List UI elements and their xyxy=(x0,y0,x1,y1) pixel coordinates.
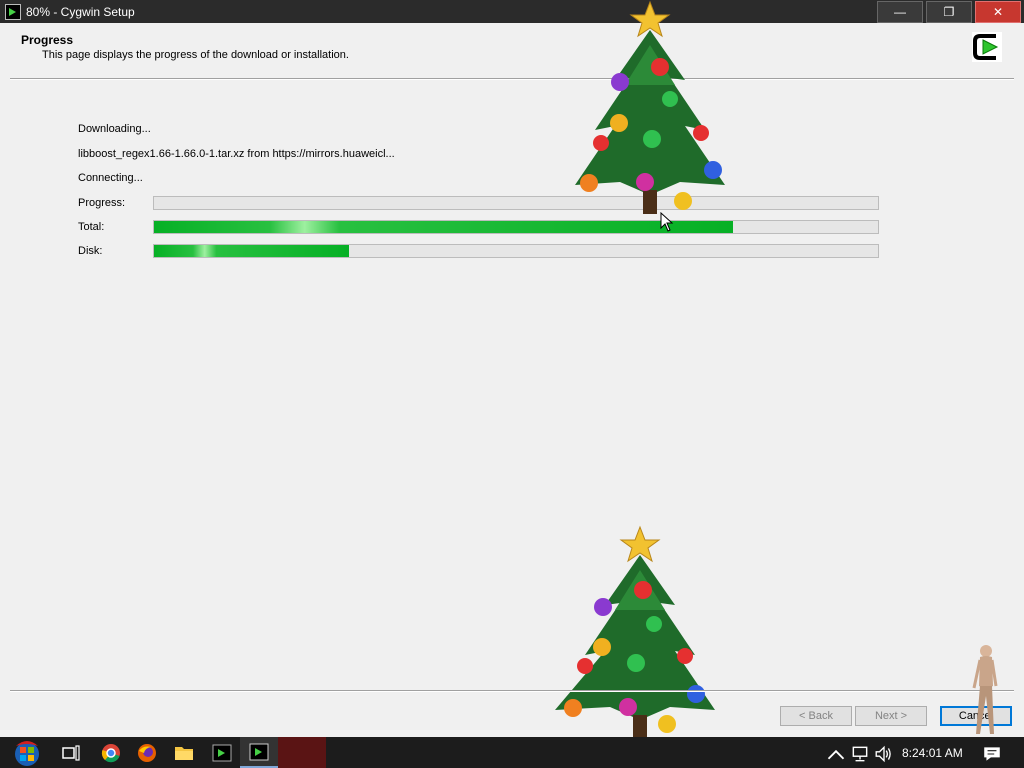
disk-label: Disk: xyxy=(78,245,103,257)
cygwin-logo-icon xyxy=(972,32,1002,62)
progress-label: Progress: xyxy=(78,197,126,209)
cygwin-terminal-icon xyxy=(212,744,232,761)
footer-separator xyxy=(10,690,1014,692)
task-view-icon xyxy=(62,744,80,761)
status-connection: Connecting... xyxy=(78,172,143,184)
file-explorer-taskbar-button[interactable] xyxy=(165,737,203,768)
close-button[interactable]: ✕ xyxy=(975,1,1021,23)
cygwin-setup-taskbar-button[interactable] xyxy=(240,737,278,768)
chrome-taskbar-button[interactable] xyxy=(92,737,130,768)
task-view-button[interactable] xyxy=(52,737,90,768)
total-label: Total: xyxy=(78,221,105,233)
cygwin-setup-icon xyxy=(249,743,269,760)
page-title: Progress xyxy=(21,33,74,47)
disk-bar-fill xyxy=(154,245,350,257)
chevron-up-icon[interactable] xyxy=(826,745,846,765)
firefox-taskbar-button[interactable] xyxy=(128,737,166,768)
cygwin-terminal-taskbar-button[interactable] xyxy=(203,737,241,768)
total-bar xyxy=(153,220,879,234)
header-separator xyxy=(10,78,1014,80)
status-action: Downloading... xyxy=(78,123,151,135)
notifications-icon[interactable] xyxy=(982,744,1002,764)
desktop-figure-icon xyxy=(972,645,998,734)
taskbar: 8:24:01 AM xyxy=(0,737,1024,768)
page-header: Progress This page displays the progress… xyxy=(0,23,1024,79)
cygwin-app-icon xyxy=(5,3,21,20)
firefox-icon xyxy=(138,743,156,762)
maximize-button[interactable]: ❐ xyxy=(926,1,972,23)
back-button[interactable]: < Back xyxy=(780,706,852,726)
taskbar-clock[interactable]: 8:24:01 AM xyxy=(902,746,963,760)
network-icon[interactable] xyxy=(850,744,870,764)
window-title: 80% - Cygwin Setup xyxy=(26,4,135,19)
progress-bar xyxy=(153,196,879,210)
chrome-icon xyxy=(101,743,120,762)
file-explorer-icon xyxy=(175,746,193,760)
status-file: libboost_regex1.66-1.66.0-1.tar.xz from … xyxy=(78,148,395,160)
minimize-button[interactable]: — xyxy=(877,1,923,23)
disk-bar xyxy=(153,244,879,258)
volume-icon[interactable] xyxy=(874,744,894,764)
taskbar-highlight xyxy=(278,737,326,768)
start-button[interactable] xyxy=(8,737,46,768)
christmas-tree-icon xyxy=(575,0,725,214)
christmas-tree-icon-2 xyxy=(555,525,715,739)
mouse-cursor-icon xyxy=(660,212,674,232)
title-bar: 80% - Cygwin Setup — ❐ ✕ xyxy=(0,0,1024,23)
start-icon xyxy=(15,740,39,766)
page-description: This page displays the progress of the d… xyxy=(42,49,349,61)
next-button[interactable]: Next > xyxy=(855,706,927,726)
